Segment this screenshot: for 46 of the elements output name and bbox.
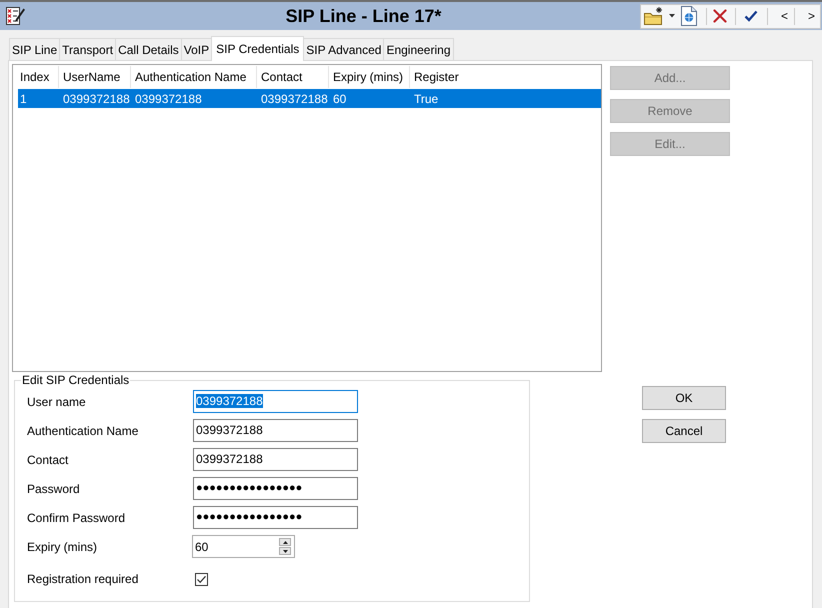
check-icon[interactable] [744,10,758,22]
spin-down-button[interactable] [279,547,291,555]
cross-icon[interactable] [713,9,727,23]
spin-field[interactable]: 60 [192,535,295,558]
field-label: Registration required [27,572,138,586]
checkbox[interactable] [195,572,208,586]
column-header[interactable]: Register [410,66,601,88]
spin-up-button[interactable] [279,538,291,546]
group-title: Edit SIP Credentials [21,373,130,387]
column-header[interactable]: Contact [257,66,329,88]
up-arrow-icon [282,540,288,544]
notepad-pen-icon[interactable] [5,6,25,26]
field-label: Contact [27,452,68,466]
table-cell: 1 [20,92,27,106]
column-header[interactable]: Authentication Name [131,66,257,88]
field-label: Password [27,482,80,496]
input-field[interactable]: 0399372188 [193,419,358,442]
caret-icon[interactable] [669,14,675,18]
table-cell: 60 [333,92,346,106]
input-field[interactable]: 0399372188 [193,448,358,471]
column-header[interactable]: Expiry (mins) [329,66,410,88]
field-label: Authentication Name [27,424,138,438]
field-label: User name [27,394,86,408]
next-button[interactable]: > [802,7,822,25]
previous-button[interactable]: < [775,7,794,25]
table-cell: 0399372188 [261,92,328,106]
field-label: Confirm Password [27,510,126,524]
table-cell: 0399372188 [135,92,202,106]
folder-sparkle-icon[interactable] [644,7,664,25]
window-title: SIP Line - Line 17* [284,6,442,26]
table-cell: True [414,92,438,106]
table-cell: 0399372188 [63,92,130,106]
document-globe-icon[interactable] [681,6,697,26]
password-field[interactable]: ●●●●●●●●●●●●●●●● [193,506,358,529]
field-label: Expiry (mins) [27,540,98,554]
cancel-button[interactable]: Cancel [642,419,726,443]
password-field[interactable]: ●●●●●●●●●●●●●●●● [193,477,358,500]
tab[interactable]: SIP Credentials [211,36,304,61]
column-header[interactable]: UserName [59,66,131,88]
column-header[interactable]: Index [18,66,59,88]
down-arrow-icon [282,550,288,552]
tab[interactable]: Engineering [383,38,454,60]
ok-button[interactable]: OK [642,386,726,410]
table-row[interactable]: 1 0399372188 0399372188 0399372188 60 True [18,89,601,108]
tab[interactable]: SIP Line [9,38,60,60]
input-field[interactable]: 0399372188 [193,390,358,413]
